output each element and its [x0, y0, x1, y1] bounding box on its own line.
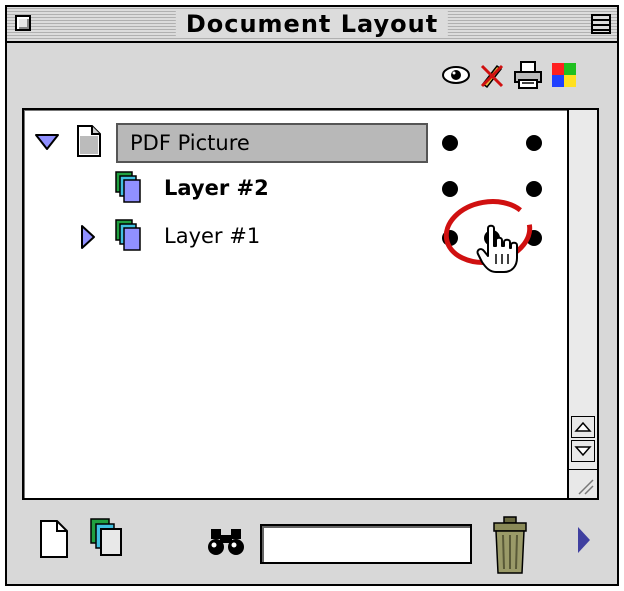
no-edit-pencil-icon[interactable] — [477, 60, 507, 90]
vertical-scrollbar[interactable] — [567, 110, 597, 498]
disclosure-triangle-collapsed-icon[interactable] — [80, 224, 96, 254]
printer-icon[interactable] — [513, 60, 543, 90]
find-field[interactable] — [260, 524, 472, 564]
document-icon — [76, 124, 102, 162]
title-bar[interactable]: Document Layout — [7, 7, 617, 43]
layers-icon — [114, 170, 142, 208]
close-box[interactable] — [15, 15, 31, 31]
document-layout-window: Document Layout PDF Picture Layer #2 Lay… — [5, 5, 619, 586]
list-item[interactable]: PDF Picture — [24, 122, 569, 164]
window-title: Document Layout — [175, 10, 449, 38]
scroll-up-button[interactable] — [571, 416, 595, 438]
visibility-dot[interactable] — [442, 135, 458, 151]
layer-name-layer-2[interactable]: Layer #2 — [164, 174, 269, 202]
layers-icon — [114, 218, 142, 256]
new-page-icon[interactable] — [39, 519, 69, 563]
new-layer-icon[interactable] — [89, 517, 125, 563]
layer-name-pdf-picture[interactable]: PDF Picture — [116, 123, 428, 163]
disclosure-triangle-expanded-icon[interactable] — [34, 132, 60, 156]
layer-name-layer-1[interactable]: Layer #1 — [164, 222, 260, 250]
resize-grip-icon[interactable] — [569, 469, 597, 498]
scroll-down-button[interactable] — [571, 440, 595, 462]
trash-icon[interactable] — [490, 515, 530, 579]
window-menu-button[interactable] — [591, 14, 611, 34]
color-swatch-icon[interactable] — [549, 60, 579, 90]
lock-dot[interactable] — [526, 135, 542, 151]
hand-pointer-cursor-icon — [476, 224, 520, 280]
eye-icon[interactable] — [441, 60, 471, 90]
disclosure-arrow-icon[interactable] — [576, 525, 592, 559]
column-header-icons — [441, 57, 579, 93]
layer-list: PDF Picture Layer #2 Layer #1 — [22, 108, 599, 500]
find-binoculars-icon[interactable] — [207, 527, 245, 561]
